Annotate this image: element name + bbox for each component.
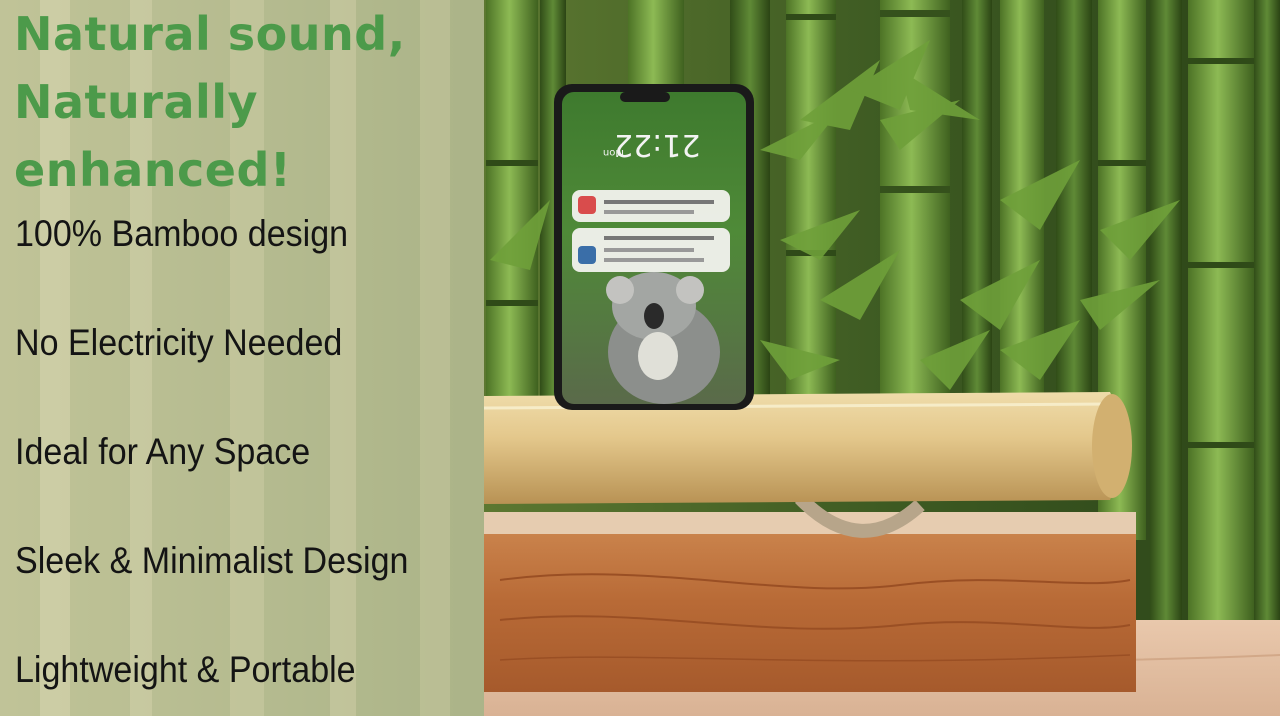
headline: Natural sound, Naturally enhanced! — [14, 0, 484, 204]
lockscreen-time: 21:22 — [614, 127, 700, 162]
feature-lightweight-portable: Lightweight & Portable — [15, 649, 356, 690]
headline-line-1: Natural sound, — [14, 7, 406, 61]
lockscreen-weekday: Mon — [603, 147, 624, 158]
headline-line-2: Naturally — [14, 75, 259, 129]
feature-minimalist-design: Sleek & Minimalist Design — [15, 540, 409, 581]
feature-no-electricity: No Electricity Needed — [15, 322, 343, 363]
feature-bamboo-design: 100% Bamboo design — [15, 213, 349, 254]
headline-line-3: enhanced! — [14, 143, 292, 197]
feature-any-space: Ideal for Any Space — [15, 431, 311, 472]
